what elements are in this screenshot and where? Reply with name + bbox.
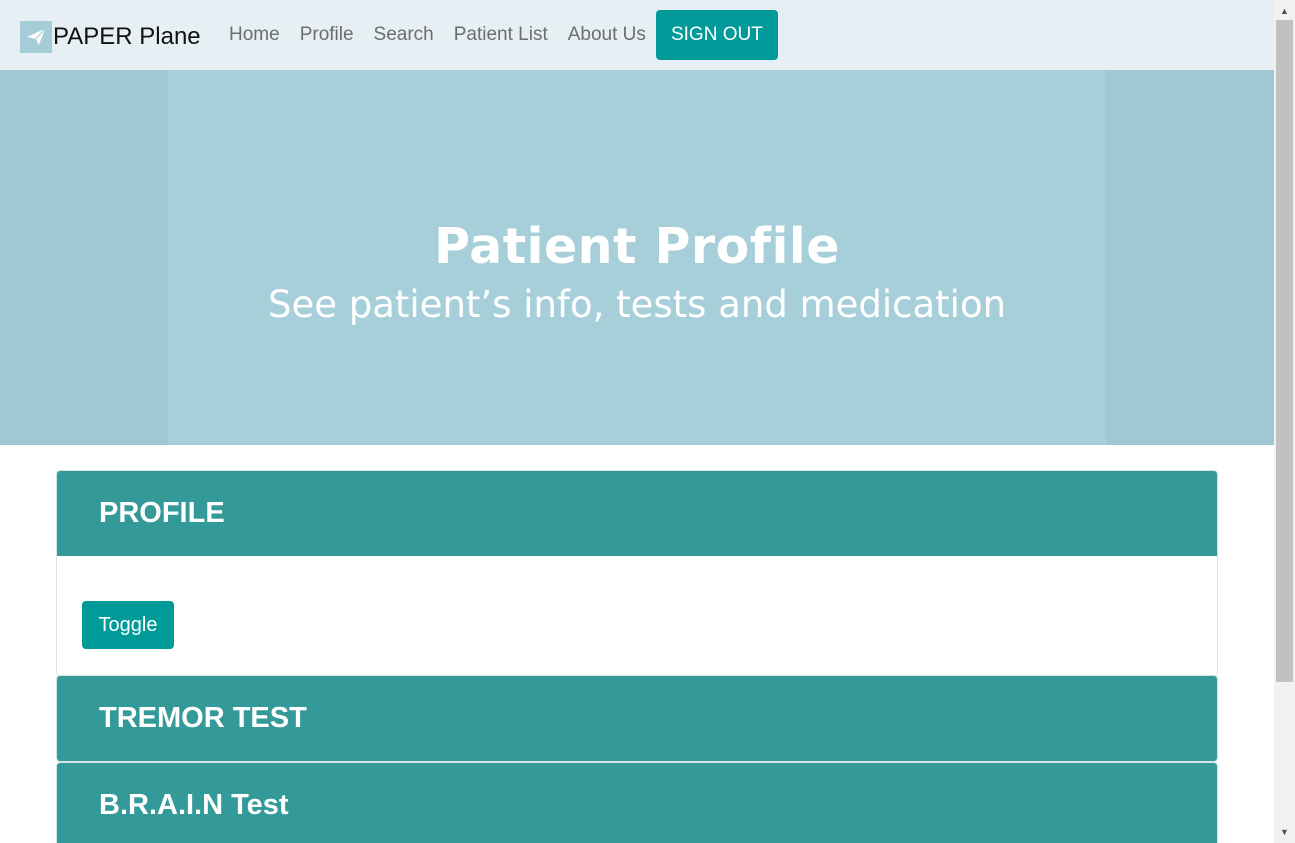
profile-panel-header[interactable]: PROFILE <box>57 471 1217 556</box>
nav-link-search[interactable]: Search <box>364 10 444 60</box>
nav-link-profile[interactable]: Profile <box>290 10 364 60</box>
nav-link-about-us[interactable]: About Us <box>558 10 656 60</box>
top-navbar: PAPER Plane Home Profile Search Patient … <box>0 0 1274 70</box>
hero-subtitle: See patient’s info, tests and medication <box>267 283 1007 326</box>
scroll-thumb[interactable] <box>1276 20 1293 682</box>
nav-link-home[interactable]: Home <box>219 10 290 60</box>
page: PAPER Plane Home Profile Search Patient … <box>0 0 1274 843</box>
profile-panel-body: Toggle <box>57 556 1217 675</box>
brand[interactable]: PAPER Plane <box>20 20 201 54</box>
hero-banner: Patient Profile See patient’s info, test… <box>0 70 1274 445</box>
tremor-test-panel-header[interactable]: TREMOR TEST <box>57 676 1217 761</box>
brain-test-panel-header[interactable]: B.R.A.I.N Test <box>57 763 1217 843</box>
hero-title: Patient Profile <box>434 218 840 275</box>
scroll-up-arrow-icon[interactable]: ▲ <box>1274 2 1295 19</box>
scroll-down-arrow-icon[interactable]: ▼ <box>1274 823 1295 840</box>
sign-out-button[interactable]: SIGN OUT <box>655 10 778 60</box>
tremor-test-panel: TREMOR TEST <box>56 675 1218 762</box>
nav-link-patient-list[interactable]: Patient List <box>444 10 558 60</box>
paper-plane-icon <box>20 21 52 53</box>
brand-name: PAPER Plane <box>53 23 201 50</box>
nav-links: Home Profile Search Patient List About U… <box>219 10 778 60</box>
vertical-scrollbar[interactable]: ▲ ▼ <box>1274 0 1295 843</box>
profile-panel: PROFILE Toggle <box>56 470 1218 676</box>
brain-test-panel: B.R.A.I.N Test <box>56 762 1218 843</box>
toggle-button[interactable]: Toggle <box>82 601 174 649</box>
